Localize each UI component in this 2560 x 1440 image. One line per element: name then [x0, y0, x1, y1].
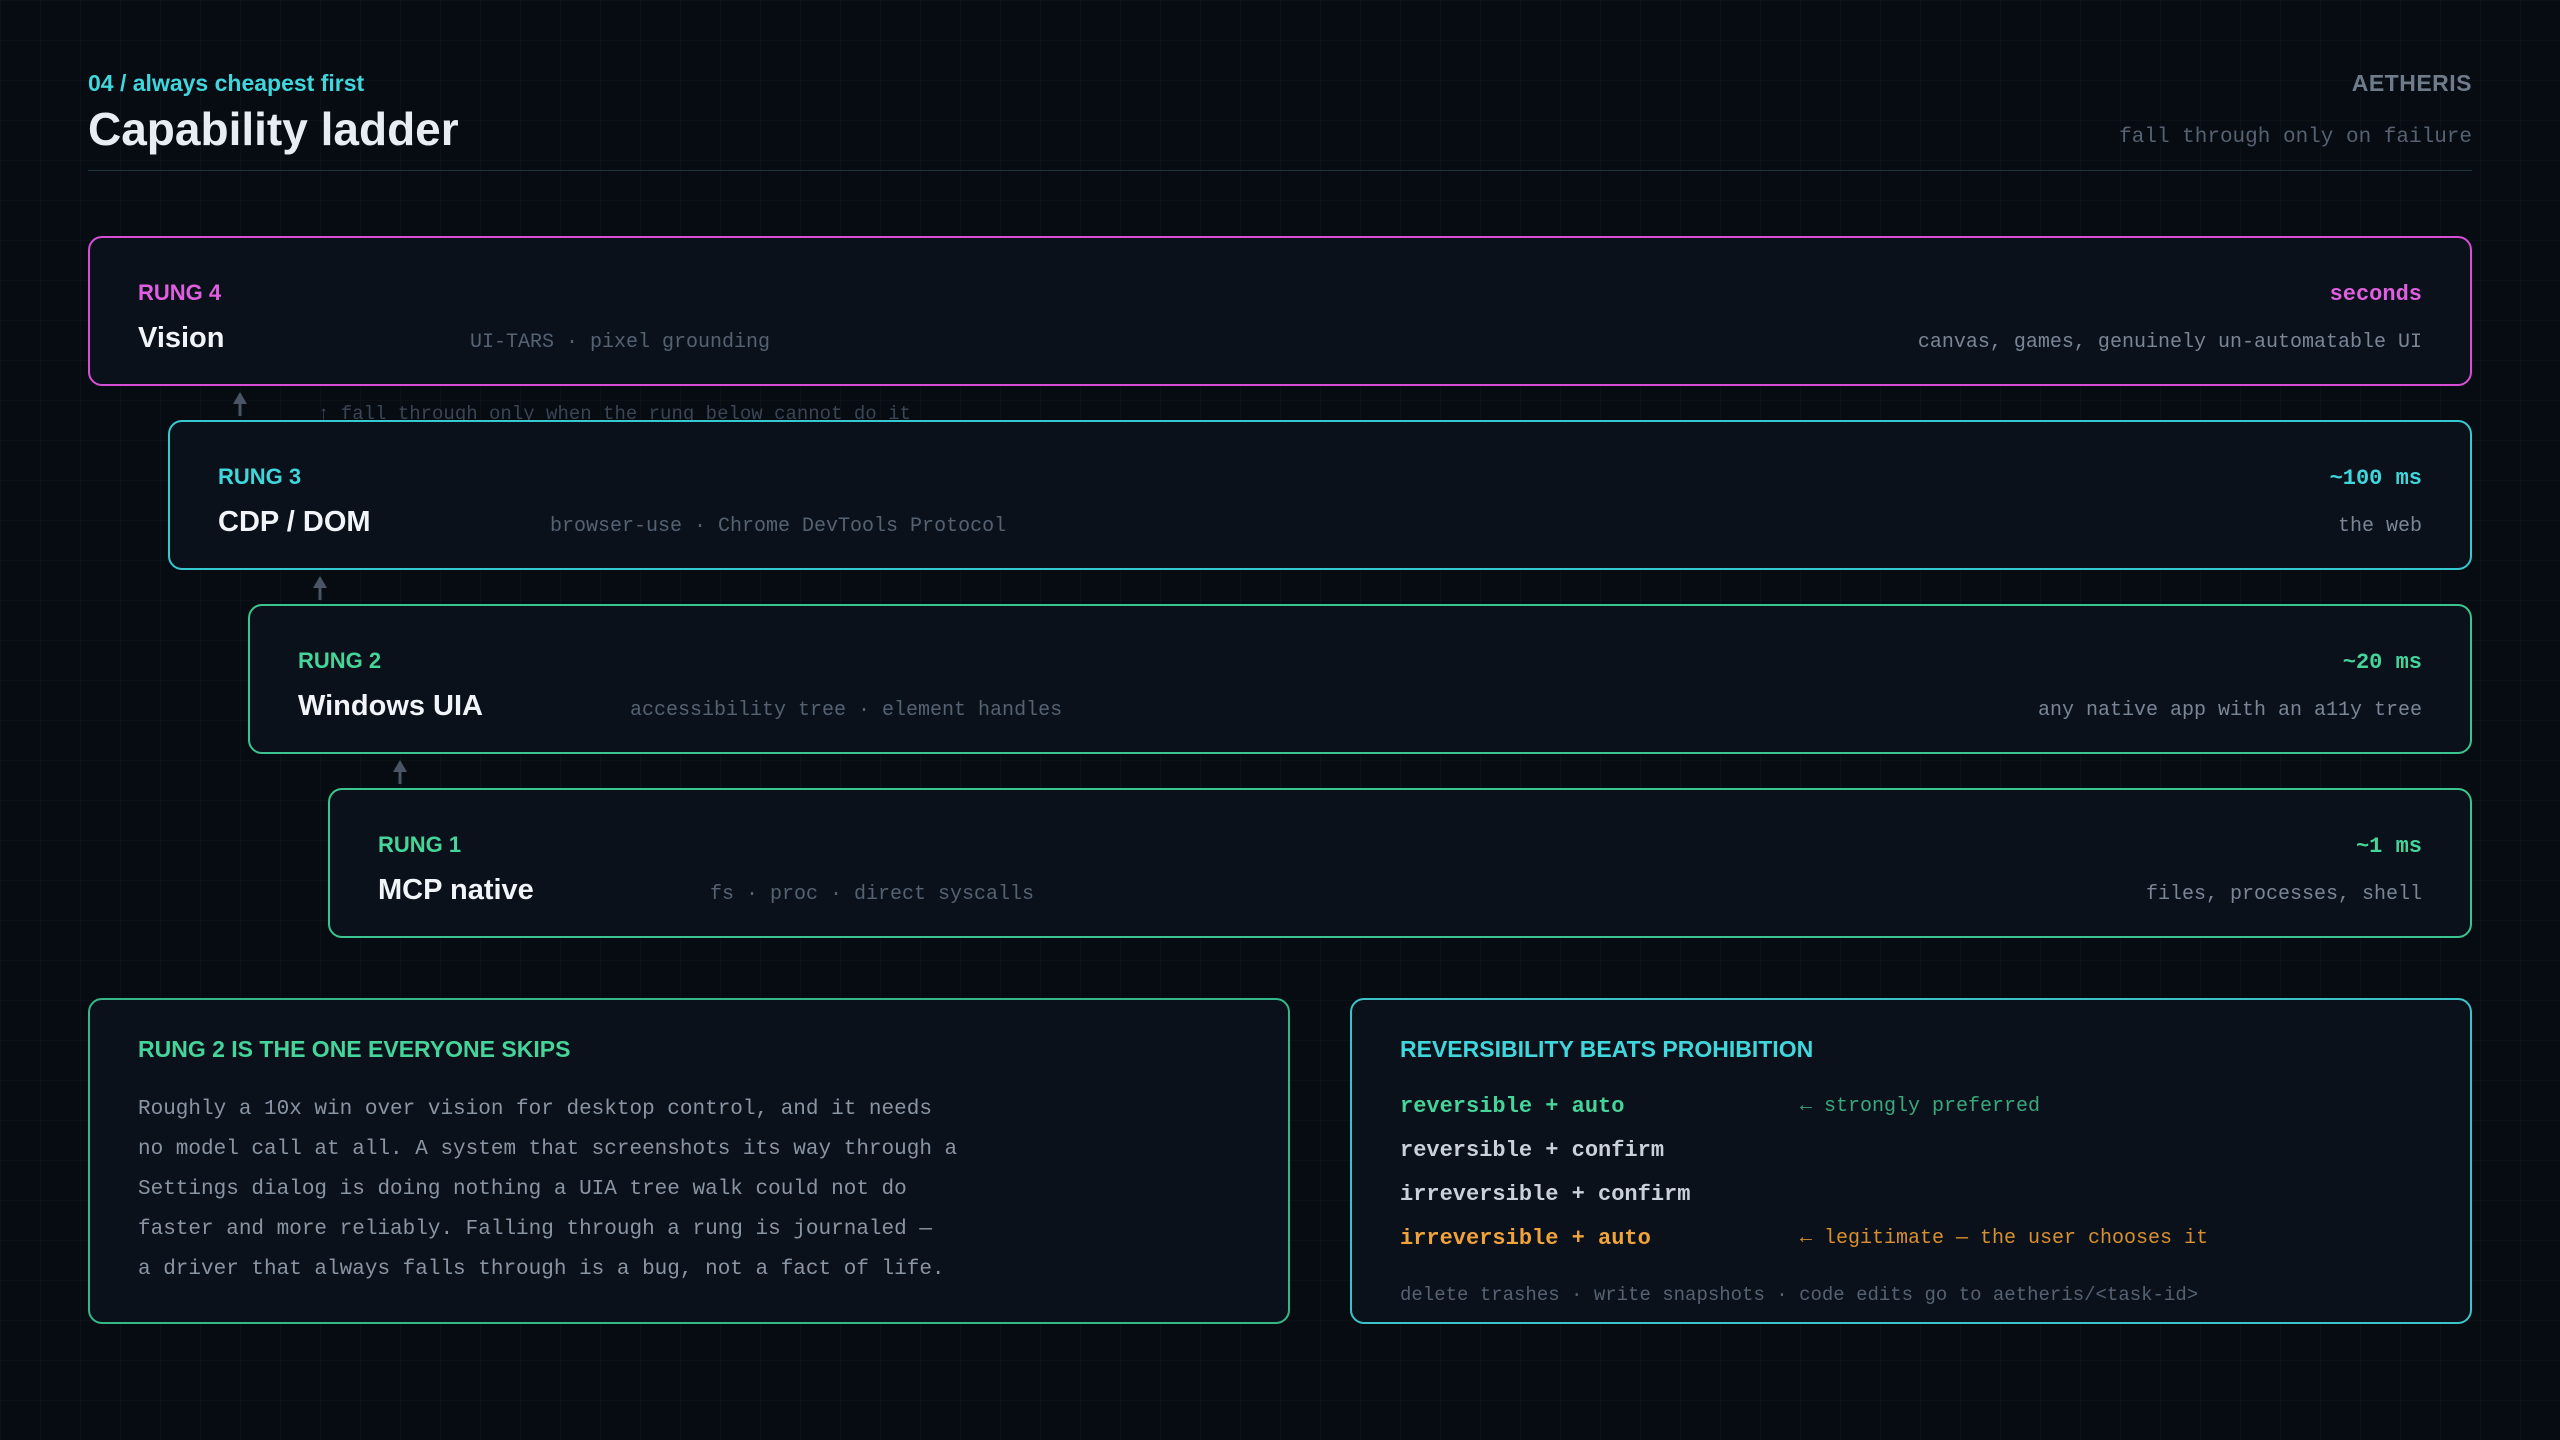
section-kicker-text: always cheapest first: [132, 70, 365, 96]
rung-latency: ~1 ms: [2355, 834, 2422, 859]
mode-name: reversible + auto: [1400, 1094, 1625, 1119]
brand-logo-text: AETHERIS: [2351, 70, 2472, 96]
rung-1-card: RUNG 1 MCP native fs · proc · direct sys…: [328, 788, 2472, 938]
rung-2-card: RUNG 2 Windows UIA accessibility tree · …: [248, 604, 2472, 754]
reversibility-card: REVERSIBILITY BEATS PROHIBITION reversib…: [1350, 998, 2472, 1324]
mode-name: reversible + confirm: [1400, 1138, 1665, 1163]
rung-name: MCP native: [378, 874, 534, 906]
card-body: Roughly a 10x win over vision for deskto…: [138, 1090, 957, 1290]
rung-label: RUNG 2: [298, 648, 382, 673]
rung-3-card: RUNG 3 CDP / DOM browser-use · Chrome De…: [168, 420, 2472, 570]
body-line: faster and more reliably. Falling throug…: [138, 1218, 932, 1241]
rung-technology: browser-use · Chrome DevTools Protocol: [550, 515, 1007, 538]
rung-latency: ~20 ms: [2342, 650, 2422, 675]
rung-latency: ~100 ms: [2329, 466, 2422, 491]
card-footer: delete trashes · write snapshots · code …: [1400, 1284, 2199, 1306]
page-subtitle: fall through only on failure: [2119, 126, 2472, 149]
body-line: a driver that always falls through is a …: [138, 1258, 945, 1281]
body-line: no model call at all. A system that scre…: [138, 1138, 958, 1161]
mode-name: irreversible + auto: [1400, 1226, 1651, 1251]
section-number: 04: [88, 70, 114, 96]
mode-note: ← strongly preferred: [1800, 1095, 2041, 1118]
page-title: Capability ladder: [88, 103, 459, 155]
body-line: Settings dialog is doing nothing a UIA t…: [138, 1178, 907, 1201]
arrow-up-icon: [233, 392, 247, 416]
rung-name: CDP / DOM: [218, 506, 371, 538]
rung-label: RUNG 3: [218, 464, 302, 489]
card-title: REVERSIBILITY BEATS PROHIBITION: [1400, 1036, 1814, 1062]
rung-scope: any native app with an a11y tree: [2037, 699, 2422, 722]
rung-scope: files, processes, shell: [2145, 883, 2422, 906]
rung-name: Windows UIA: [298, 690, 484, 722]
rung-label: RUNG 4: [138, 280, 222, 305]
rung-4-card: RUNG 4 Vision UI-TARS · pixel grounding …: [88, 236, 2472, 386]
rung-label: RUNG 1: [378, 832, 462, 857]
card-title: RUNG 2 IS THE ONE EVERYONE SKIPS: [138, 1036, 571, 1062]
rung-name: Vision: [138, 322, 225, 354]
body-line: Roughly a 10x win over vision for deskto…: [138, 1098, 932, 1121]
mode-name: irreversible + confirm: [1400, 1182, 1691, 1207]
header-divider: [88, 170, 2472, 171]
arrow-up-icon: [313, 576, 327, 600]
rung2-explainer-card: RUNG 2 IS THE ONE EVERYONE SKIPS Roughly…: [88, 998, 1290, 1324]
kicker-separator: /: [113, 70, 133, 96]
rung-scope: canvas, games, genuinely un-automatable …: [1917, 331, 2422, 354]
rung-technology: accessibility tree · element handles: [630, 699, 1063, 722]
section-kicker: 04 / always cheapest first: [88, 70, 364, 97]
rung-technology: UI-TARS · pixel grounding: [470, 331, 771, 354]
rung-scope: the web: [2337, 515, 2422, 538]
rung-technology: fs · proc · direct syscalls: [710, 883, 1035, 906]
rung-latency: seconds: [2329, 282, 2422, 307]
arrow-up-icon: [393, 760, 407, 784]
mode-note: ← legitimate — the user chooses it: [1800, 1227, 2209, 1250]
